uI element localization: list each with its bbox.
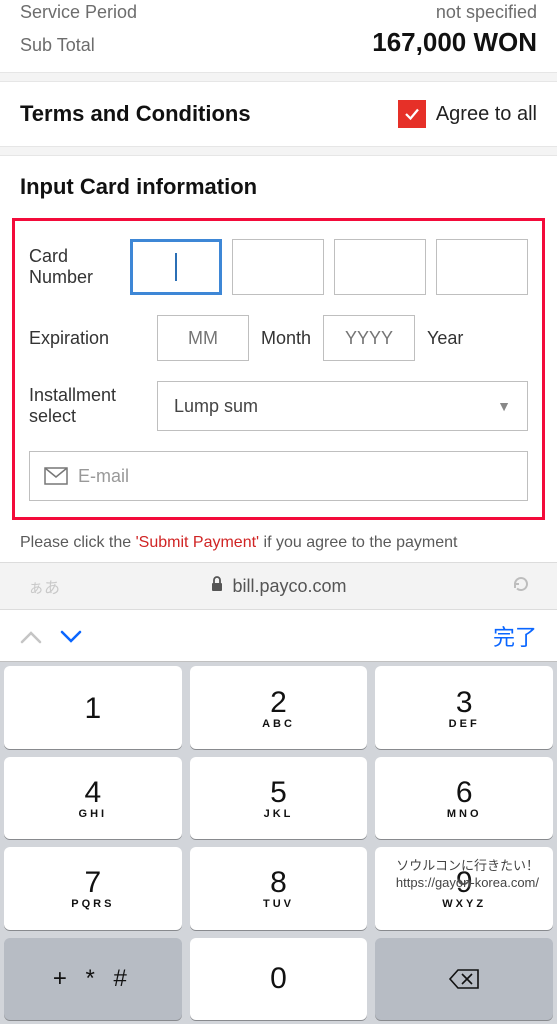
checkbox-checked-icon[interactable]: [398, 100, 426, 128]
section-divider: [0, 146, 557, 156]
key-symbols[interactable]: + * #: [4, 938, 182, 1020]
lock-icon: [210, 576, 224, 597]
browser-url-bar[interactable]: ぁあ bill.payco.com: [0, 562, 557, 610]
order-summary: Service Period not specified Sub Total 1…: [0, 0, 557, 72]
text-caret-icon: [175, 253, 177, 281]
chevron-down-icon: ▼: [497, 398, 511, 414]
ime-hint: ぁあ: [28, 574, 60, 598]
key-1[interactable]: 1: [4, 666, 182, 748]
prev-field-button[interactable]: [20, 620, 42, 651]
key-6[interactable]: 6MNO: [375, 757, 553, 839]
email-placeholder: E-mail: [78, 466, 129, 487]
mail-icon: [44, 467, 68, 485]
payment-note: Please click the 'Submit Payment' if you…: [0, 520, 557, 554]
card-form-highlight: Card Number Expiration Month Year: [12, 218, 545, 520]
reload-icon[interactable]: [511, 574, 531, 599]
subtotal-value: 167,000 WON: [372, 27, 537, 58]
next-field-button[interactable]: [60, 620, 82, 651]
expiration-label: Expiration: [29, 328, 157, 349]
numeric-keyboard: 1 2ABC 3DEF 4GHI 5JKL 6MNO 7PQRS 8TUV 9W…: [0, 662, 557, 1024]
terms-title: Terms and Conditions: [20, 101, 251, 127]
keyboard-accessory-bar: 完了: [0, 610, 557, 662]
key-4[interactable]: 4GHI: [4, 757, 182, 839]
keyboard-done-button[interactable]: 完了: [493, 620, 537, 652]
key-backspace[interactable]: [375, 938, 553, 1020]
url-domain: bill.payco.com: [232, 576, 346, 597]
key-2[interactable]: 2ABC: [190, 666, 368, 748]
card-number-label: Card Number: [29, 246, 130, 287]
year-text: Year: [427, 328, 463, 349]
key-3[interactable]: 3DEF: [375, 666, 553, 748]
terms-section: Terms and Conditions Agree to all: [0, 82, 557, 146]
installment-value: Lump sum: [174, 396, 258, 417]
card-number-input-4[interactable]: [436, 239, 528, 295]
card-number-input-1[interactable]: [130, 239, 222, 295]
month-text: Month: [261, 328, 311, 349]
email-input[interactable]: E-mail: [29, 451, 528, 501]
key-8[interactable]: 8TUV: [190, 847, 368, 929]
key-5[interactable]: 5JKL: [190, 757, 368, 839]
card-section-title: Input Card information: [20, 174, 537, 200]
subtotal-label: Sub Total: [20, 35, 95, 56]
key-7[interactable]: 7PQRS: [4, 847, 182, 929]
section-divider: [0, 72, 557, 82]
installment-select[interactable]: Lump sum ▼: [157, 381, 528, 431]
service-period-label: Service Period: [20, 2, 137, 23]
submit-payment-text: 'Submit Payment': [136, 534, 260, 551]
card-number-input-2[interactable]: [232, 239, 324, 295]
expiration-year-input[interactable]: [323, 315, 415, 361]
key-0[interactable]: 0: [190, 938, 368, 1020]
card-number-input-3[interactable]: [334, 239, 426, 295]
key-9[interactable]: 9WXYZ: [375, 847, 553, 929]
installment-label: Installment select: [29, 385, 157, 426]
service-period-value: not specified: [436, 2, 537, 23]
agree-all-toggle[interactable]: Agree to all: [398, 100, 537, 128]
agree-all-label: Agree to all: [436, 103, 537, 126]
expiration-month-input[interactable]: [157, 315, 249, 361]
